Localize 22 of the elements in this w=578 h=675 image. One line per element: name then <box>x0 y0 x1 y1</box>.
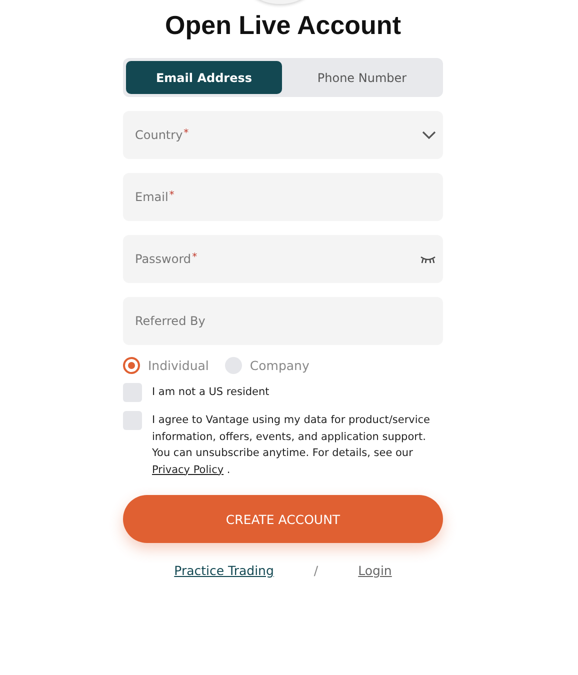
footer-link[interactable]: Login <box>358 563 392 578</box>
chevron-down-icon <box>422 130 436 140</box>
create-account-button[interactable]: CREATE ACCOUNT <box>123 495 443 543</box>
radio-label: Company <box>250 358 310 373</box>
tab[interactable]: Phone Number <box>284 61 440 94</box>
footer-link[interactable]: Practice Trading <box>174 563 274 578</box>
checkbox[interactable] <box>123 411 142 430</box>
radio-button[interactable] <box>224 357 242 374</box>
tab[interactable]: Email Address <box>126 61 282 94</box>
checkbox[interactable] <box>123 383 142 402</box>
input-field[interactable]: Country* <box>123 111 443 159</box>
radio-label: Individual <box>148 358 209 373</box>
privacy-policy-link[interactable]: Privacy Policy <box>152 464 224 476</box>
radio-button[interactable] <box>123 357 140 374</box>
input-field[interactable]: Email* <box>123 173 443 221</box>
checkbox-label: I am not a US resident <box>152 385 270 400</box>
input-field[interactable]: Referred By <box>123 297 443 345</box>
input-field[interactable]: Password* <box>123 235 443 283</box>
closed-eye-icon[interactable] <box>420 254 436 264</box>
separator: / <box>314 563 318 578</box>
page-title: Open Live Account <box>164 9 402 42</box>
checkbox-label: I agree to Vantage using my data for product/service information, offers, events, and application support. You can unsubscribe anytime. For details, see our Privacy Policy . <box>152 413 432 478</box>
